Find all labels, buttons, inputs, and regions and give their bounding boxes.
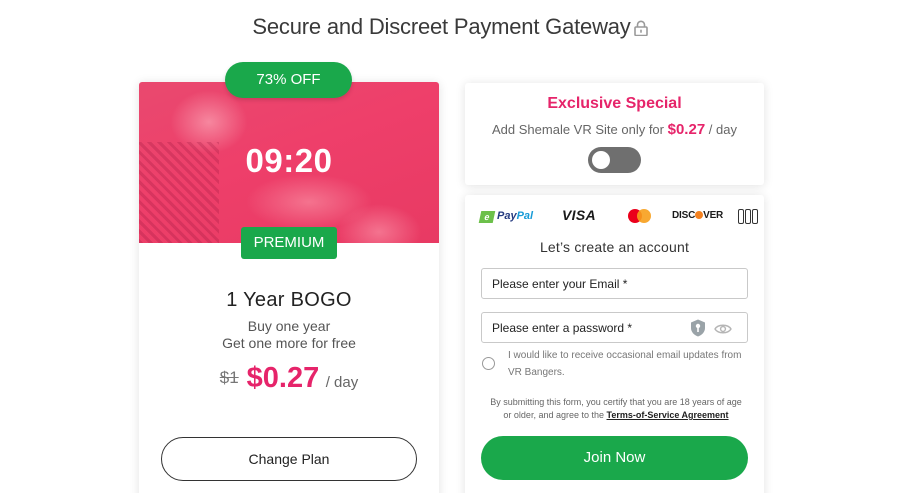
special-price: $0.27 (667, 121, 706, 138)
special-title: Exclusive Special (547, 95, 682, 112)
email-field[interactable] (481, 268, 748, 299)
join-now-button[interactable]: Join Now (481, 436, 748, 480)
terms-notice: By submitting this form, you certify tha… (485, 396, 747, 422)
discount-badge: 73% OFF (225, 62, 352, 98)
special-desc-suffix: / day (708, 122, 737, 137)
page-title-text: Secure and Discreet Payment Gateway (252, 14, 631, 39)
exclusive-special-card: Exclusive Special Add Shemale VR Site on… (465, 83, 764, 185)
special-desc-prefix: Add Shemale VR Site only for (492, 122, 664, 137)
plan-desc-line2: Get one more for free (222, 335, 356, 351)
old-price: $1 (219, 368, 239, 387)
special-description: Add Shemale VR Site only for $0.27 / day (465, 121, 764, 138)
terms-link[interactable]: Terms-of-Service Agreement (607, 410, 729, 420)
password-manager-icon[interactable] (690, 319, 706, 337)
form-heading: Let’s create an account (539, 239, 690, 255)
signup-form-card: e PayPal VISA DISC VER Let’s create an acc… (465, 195, 764, 493)
price-unit: / day (325, 374, 359, 391)
lock-icon (633, 16, 648, 42)
plan-name: 1 Year BOGO (226, 289, 352, 311)
plan-desc-line1: Buy one year (247, 318, 331, 334)
toggle-knob (592, 151, 610, 169)
premium-badge: PREMIUM (241, 227, 337, 259)
jcb-icon (738, 209, 759, 224)
show-password-icon[interactable] (714, 322, 732, 334)
change-plan-button[interactable]: Change Plan (161, 437, 417, 481)
plan-hero-image: 09:20 (139, 82, 439, 243)
addon-toggle[interactable] (588, 147, 641, 173)
discover-icon: DISC VER (672, 210, 724, 221)
visa-icon: VISA (562, 207, 596, 223)
password-field[interactable] (481, 312, 748, 343)
new-price: $0.27 (246, 362, 320, 394)
newsletter-option: I would like to receive occasional email… (481, 347, 748, 381)
page-title: Secure and Discreet Payment Gateway (0, 14, 900, 42)
plan-card: 09:20 PREMIUM 1 Year BOGO Buy one year G… (139, 82, 439, 493)
plan-price: $1 $0.27 / day (139, 362, 439, 395)
newsletter-label: I would like to receive occasional email… (508, 350, 742, 378)
payment-methods: e PayPal VISA DISC VER (478, 207, 758, 225)
paypal-icon: e PayPal (478, 207, 542, 225)
plan-description: Buy one year Get one more for free (139, 318, 439, 352)
countdown-timer: 09:20 (245, 142, 333, 179)
password-input[interactable] (482, 313, 747, 342)
email-input[interactable] (482, 269, 747, 298)
mastercard-icon (628, 207, 652, 225)
newsletter-radio[interactable] (482, 357, 495, 370)
